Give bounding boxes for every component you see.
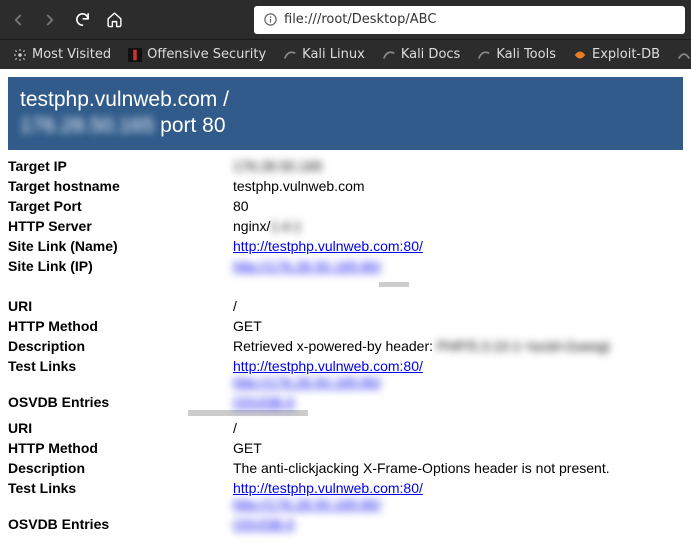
forward-button[interactable] xyxy=(38,8,62,32)
value: The anti-clickjacking X-Frame-Options he… xyxy=(233,458,683,478)
bookmark-label: Exploit-DB xyxy=(592,47,660,62)
browser-toolbar: file:///root/Desktop/ABC xyxy=(0,0,691,39)
test-link[interactable]: http://176.28.50.165:80/ xyxy=(233,496,381,512)
key-label: OSVDB Entries xyxy=(8,392,233,412)
table-row: URI / xyxy=(8,296,683,316)
table-row: Target hostname testphp.vulnweb.com xyxy=(8,176,683,196)
table-row: Description Retrieved x-powered-by heade… xyxy=(8,336,683,356)
key-label: URI xyxy=(8,418,233,438)
title-host: testphp.vulnweb.com xyxy=(20,88,217,111)
table-row: OSVDB Entries OSVDB-0 xyxy=(8,514,683,534)
value: nginx/ xyxy=(233,218,270,234)
value-blur: 1.4.1 xyxy=(270,218,301,234)
offsec-icon xyxy=(127,47,143,63)
address-bar[interactable]: file:///root/Desktop/ABC xyxy=(254,6,685,34)
bookmark-offensive-security[interactable]: Offensive Security xyxy=(121,45,272,65)
home-button[interactable] xyxy=(102,8,126,32)
bookmark-exploit-db[interactable]: Exploit-DB xyxy=(566,45,666,65)
table-row: HTTP Method GET xyxy=(8,316,683,336)
key-label: Target Port xyxy=(8,196,233,216)
value: 80 xyxy=(233,196,683,216)
value: Retrieved x-powered-by header: xyxy=(233,338,437,354)
table-row: OSVDB Entries OSVDB-0 xyxy=(8,392,683,412)
back-button[interactable] xyxy=(6,8,30,32)
table-row: Site Link (Name) http://testphp.vulnweb.… xyxy=(8,236,683,256)
key-label: URI xyxy=(8,296,233,316)
gear-icon xyxy=(12,47,28,63)
test-link[interactable]: http://testphp.vulnweb.com:80/ xyxy=(233,480,423,496)
finding-table: URI / HTTP Method GET Description Retrie… xyxy=(8,296,683,412)
key-label: Description xyxy=(8,336,233,356)
key-label: Target IP xyxy=(8,156,233,176)
value: GET xyxy=(233,316,683,336)
value: / xyxy=(233,296,683,316)
table-row: Description The anti-clickjacking X-Fram… xyxy=(8,458,683,478)
bookmark-kali-tools[interactable]: Kali Tools xyxy=(470,45,562,65)
bookmark-kali-linux[interactable]: Kali Linux xyxy=(276,45,371,65)
value-blur: PHP/5.3.10-1~lucid+2uwsgi xyxy=(437,338,610,354)
key-label: Site Link (IP) xyxy=(8,256,233,276)
bookmark-label: Most Visited xyxy=(32,47,111,62)
key-label: Target hostname xyxy=(8,176,233,196)
bookmark-bar: Most Visited Offensive Security Kali Lin… xyxy=(0,39,691,69)
connection-info-icon[interactable] xyxy=(262,12,278,28)
table-row: HTTP Server nginx/1.4.1 xyxy=(8,216,683,236)
bookmark-label: Kali Tools xyxy=(496,47,556,62)
kali-icon xyxy=(476,47,492,63)
site-link-name[interactable]: http://testphp.vulnweb.com:80/ xyxy=(233,238,423,254)
bookmark-label: Offensive Security xyxy=(147,47,266,62)
kali-icon xyxy=(381,47,397,63)
exploitdb-icon xyxy=(572,47,588,63)
key-label: Site Link (Name) xyxy=(8,236,233,256)
separator xyxy=(8,280,683,292)
url-text: file:///root/Desktop/ABC xyxy=(284,12,436,27)
bookmark-label: Kali Linux xyxy=(302,47,365,62)
table-row: Target IP 176.28.50.165 xyxy=(8,156,683,176)
bookmark-aircrack[interactable]: A xyxy=(670,45,691,65)
report-page: testphp.vulnweb.com / 176.28.50.165 port… xyxy=(0,69,691,542)
test-link[interactable]: http://176.28.50.165:80/ xyxy=(233,374,381,390)
key-label: Test Links xyxy=(8,356,233,392)
key-label: Test Links xyxy=(8,478,233,514)
value: GET xyxy=(233,438,683,458)
bookmark-label: Kali Docs xyxy=(401,47,461,62)
osvdb-link[interactable]: OSVDB-0 xyxy=(233,516,294,532)
table-row: Target Port 80 xyxy=(8,196,683,216)
key-label: HTTP Server xyxy=(8,216,233,236)
target-info-table: Target IP 176.28.50.165 Target hostname … xyxy=(8,156,683,276)
key-label: OSVDB Entries xyxy=(8,514,233,534)
bookmark-kali-docs[interactable]: Kali Docs xyxy=(375,45,467,65)
value: testphp.vulnweb.com xyxy=(233,176,683,196)
value: 176.28.50.165 xyxy=(233,158,323,174)
table-row: URI / xyxy=(8,418,683,438)
aircrack-icon xyxy=(676,47,691,63)
table-row: Test Links http://testphp.vulnweb.com:80… xyxy=(8,356,683,392)
horizontal-scrollbar[interactable] xyxy=(8,410,683,416)
table-row: Test Links http://testphp.vulnweb.com:80… xyxy=(8,478,683,514)
bookmark-most-visited[interactable]: Most Visited xyxy=(6,45,117,65)
key-label: HTTP Method xyxy=(8,316,233,336)
osvdb-link[interactable]: OSVDB-0 xyxy=(233,394,294,410)
reload-button[interactable] xyxy=(70,8,94,32)
site-link-ip[interactable]: http://176.28.50.165:80/ xyxy=(233,258,381,274)
finding-table: URI / HTTP Method GET Description The an… xyxy=(8,418,683,534)
kali-icon xyxy=(282,47,298,63)
table-row: HTTP Method GET xyxy=(8,438,683,458)
report-title: testphp.vulnweb.com / 176.28.50.165 port… xyxy=(8,77,683,150)
test-link[interactable]: http://testphp.vulnweb.com:80/ xyxy=(233,358,423,374)
value: / xyxy=(233,418,683,438)
key-label: Description xyxy=(8,458,233,478)
title-port: port 80 xyxy=(160,114,225,137)
key-label: HTTP Method xyxy=(8,438,233,458)
title-path: / xyxy=(223,88,229,111)
table-row: Site Link (IP) http://176.28.50.165:80/ xyxy=(8,256,683,276)
title-ip: 176.28.50.165 xyxy=(20,114,154,137)
